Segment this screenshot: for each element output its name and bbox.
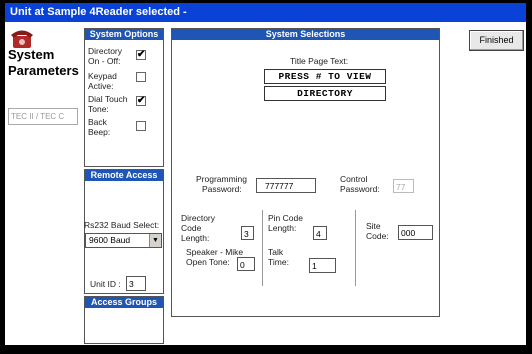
label-line: Site (366, 221, 381, 231)
option-label-line: Beep: (88, 127, 111, 137)
pin-code-length-label: Pin Code Length: (268, 213, 303, 233)
baud-select-value: 9600 Baud (89, 235, 131, 245)
back-beep-checkbox[interactable] (136, 121, 146, 131)
speaker-mike-open-tone-label: Speaker - Mike Open Tone: (186, 247, 243, 267)
baud-select[interactable]: 9600 Baud ▼ (85, 233, 162, 248)
access-groups-header: Access Groups (85, 297, 163, 308)
bottom-border (0, 345, 532, 354)
title-page-line1-field[interactable]: PRESS # TO VIEW (264, 69, 386, 84)
label-line: Programming (196, 174, 248, 184)
label-line: Directory (181, 213, 216, 223)
label-line: Speaker - Mike (186, 247, 244, 257)
label-line: Open Tone: (186, 257, 230, 267)
title-page-line2-field[interactable]: DIRECTORY (264, 86, 386, 101)
page-title: System Parameters (8, 47, 79, 79)
control-password-field[interactable]: 77 (393, 179, 414, 193)
device-type-field[interactable]: TEC II / TEC C (8, 108, 78, 125)
system-selections-header: System Selections (172, 29, 439, 40)
site-code-label: Site Code: (366, 221, 389, 241)
talk-time-label: Talk Time: (268, 247, 289, 267)
divider-1 (262, 210, 263, 286)
label-line: Code (181, 223, 202, 233)
option-label-keypad: Keypad Active: (88, 71, 117, 91)
control-password-label: Control Password: (340, 174, 380, 194)
directory-checkbox[interactable]: ✔ (136, 50, 146, 60)
unit-id-label: Unit ID : (90, 279, 121, 289)
option-label-line: On - Off: (88, 56, 121, 66)
access-groups-panel: Access Groups (84, 296, 164, 344)
keypad-checkbox[interactable] (136, 72, 146, 82)
finished-button[interactable]: Finished (469, 30, 524, 51)
chevron-down-icon[interactable]: ▼ (149, 234, 161, 247)
label-line: Password: (340, 184, 380, 194)
label-line: Length: (181, 233, 210, 243)
pin-code-length-field[interactable]: 4 (313, 226, 327, 240)
site-code-field[interactable]: 000 (398, 225, 433, 240)
option-label-line: Tone: (88, 104, 109, 114)
divider-2 (355, 210, 356, 286)
directory-code-length-field[interactable]: 3 (241, 226, 254, 240)
application-window: Unit at Sample 4Reader selected - System… (0, 0, 532, 354)
programming-password-label: Programming Password: (196, 174, 247, 194)
label-line: Pin Code (268, 213, 303, 223)
option-label-line: Dial Touch (88, 94, 128, 104)
programming-password-field[interactable]: 777777 (256, 178, 316, 193)
option-label-dial-touch: Dial Touch Tone: (88, 94, 128, 114)
talk-time-field[interactable]: 1 (309, 258, 336, 273)
unit-id-field[interactable]: 3 (126, 276, 146, 291)
directory-code-length-label: Directory Code Length: (181, 213, 215, 243)
option-label-line: Keypad (88, 71, 117, 81)
page-title-line1: System (8, 47, 55, 62)
label-line: Time: (268, 257, 289, 267)
remote-access-panel: Remote Access (84, 169, 164, 294)
label-line: Length: (268, 223, 297, 233)
dial-touch-checkbox[interactable]: ✔ (136, 96, 146, 106)
window-title: Unit at Sample 4Reader selected - (5, 3, 526, 22)
label-line: Code: (366, 231, 389, 241)
option-label-line: Active: (88, 81, 114, 91)
label-line: Password: (202, 184, 242, 194)
remote-access-header: Remote Access (85, 170, 163, 181)
page-title-line2: Parameters (8, 63, 79, 78)
option-label-back-beep: Back Beep: (88, 117, 110, 137)
title-page-text-label: Title Page Text: (290, 56, 349, 66)
label-line: Control (340, 174, 368, 184)
speaker-open-tone-field[interactable]: 0 (237, 257, 255, 271)
option-label-directory: Directory On - Off: (88, 46, 122, 66)
option-label-line: Back (88, 117, 107, 127)
baud-select-label: Rs232 Baud Select: (84, 220, 160, 230)
option-label-line: Directory (88, 46, 123, 56)
system-options-header: System Options (85, 29, 163, 40)
label-line: Talk (268, 247, 284, 257)
